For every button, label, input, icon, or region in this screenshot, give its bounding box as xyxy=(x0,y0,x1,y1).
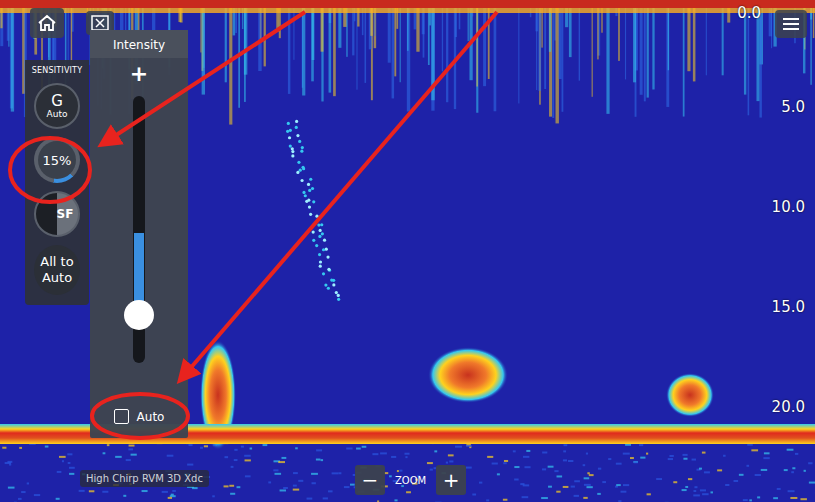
intensity-button[interactable]: 15% xyxy=(34,137,80,183)
sonar-screen: 0.0 5.010.015.020.0 SENSITIVITY GAuto 15% SF A… xyxy=(0,0,815,502)
depth-label: 15.0 xyxy=(772,298,805,398)
highlight-circle xyxy=(92,394,188,438)
menu-icon xyxy=(782,17,800,31)
zoom-label: ZOOM xyxy=(395,475,426,486)
arrow-icon xyxy=(182,12,497,378)
gain-button[interactable]: GAuto xyxy=(34,83,80,129)
home-icon xyxy=(37,14,57,32)
home-button[interactable] xyxy=(30,8,64,38)
sensitivity-sidebar: SENSITIVITY GAuto 15% SF All to Auto xyxy=(25,60,89,305)
transducer-label: High Chirp RVM 3D Xdc xyxy=(80,470,209,487)
highlight-circle xyxy=(10,138,90,202)
all-to-auto-button[interactable]: All to Auto xyxy=(34,245,80,295)
depth-label: 10.0 xyxy=(772,198,805,298)
auto-checkbox[interactable] xyxy=(114,409,129,424)
intensity-panel: Intensity + Auto xyxy=(90,30,188,438)
zoom-in-button[interactable]: + xyxy=(436,465,466,495)
arrow-icon xyxy=(104,12,305,143)
increase-button[interactable]: + xyxy=(130,62,148,86)
panel-title: Intensity xyxy=(90,30,188,58)
slider-thumb[interactable] xyxy=(124,300,154,330)
slider-track xyxy=(133,96,145,363)
zoom-controls: −ZOOM + xyxy=(355,465,466,495)
close-icon xyxy=(91,15,109,31)
depth-label: 0.0 xyxy=(737,4,761,98)
sidebar-title: SENSITIVITY xyxy=(32,66,83,75)
surface-filter-button[interactable]: SF xyxy=(34,191,80,237)
depth-label: 5.0 xyxy=(781,98,805,198)
auto-checkbox-row[interactable]: Auto xyxy=(114,403,165,438)
zoom-out-button[interactable]: − xyxy=(355,465,385,495)
menu-button[interactable] xyxy=(775,10,807,38)
auto-label: Auto xyxy=(137,410,165,424)
annotation-overlay xyxy=(0,0,815,502)
intensity-slider[interactable] xyxy=(90,86,188,403)
depth-label: 20.0 xyxy=(772,398,805,498)
depth-scale: 0.0 5.010.015.020.0 xyxy=(737,4,805,498)
